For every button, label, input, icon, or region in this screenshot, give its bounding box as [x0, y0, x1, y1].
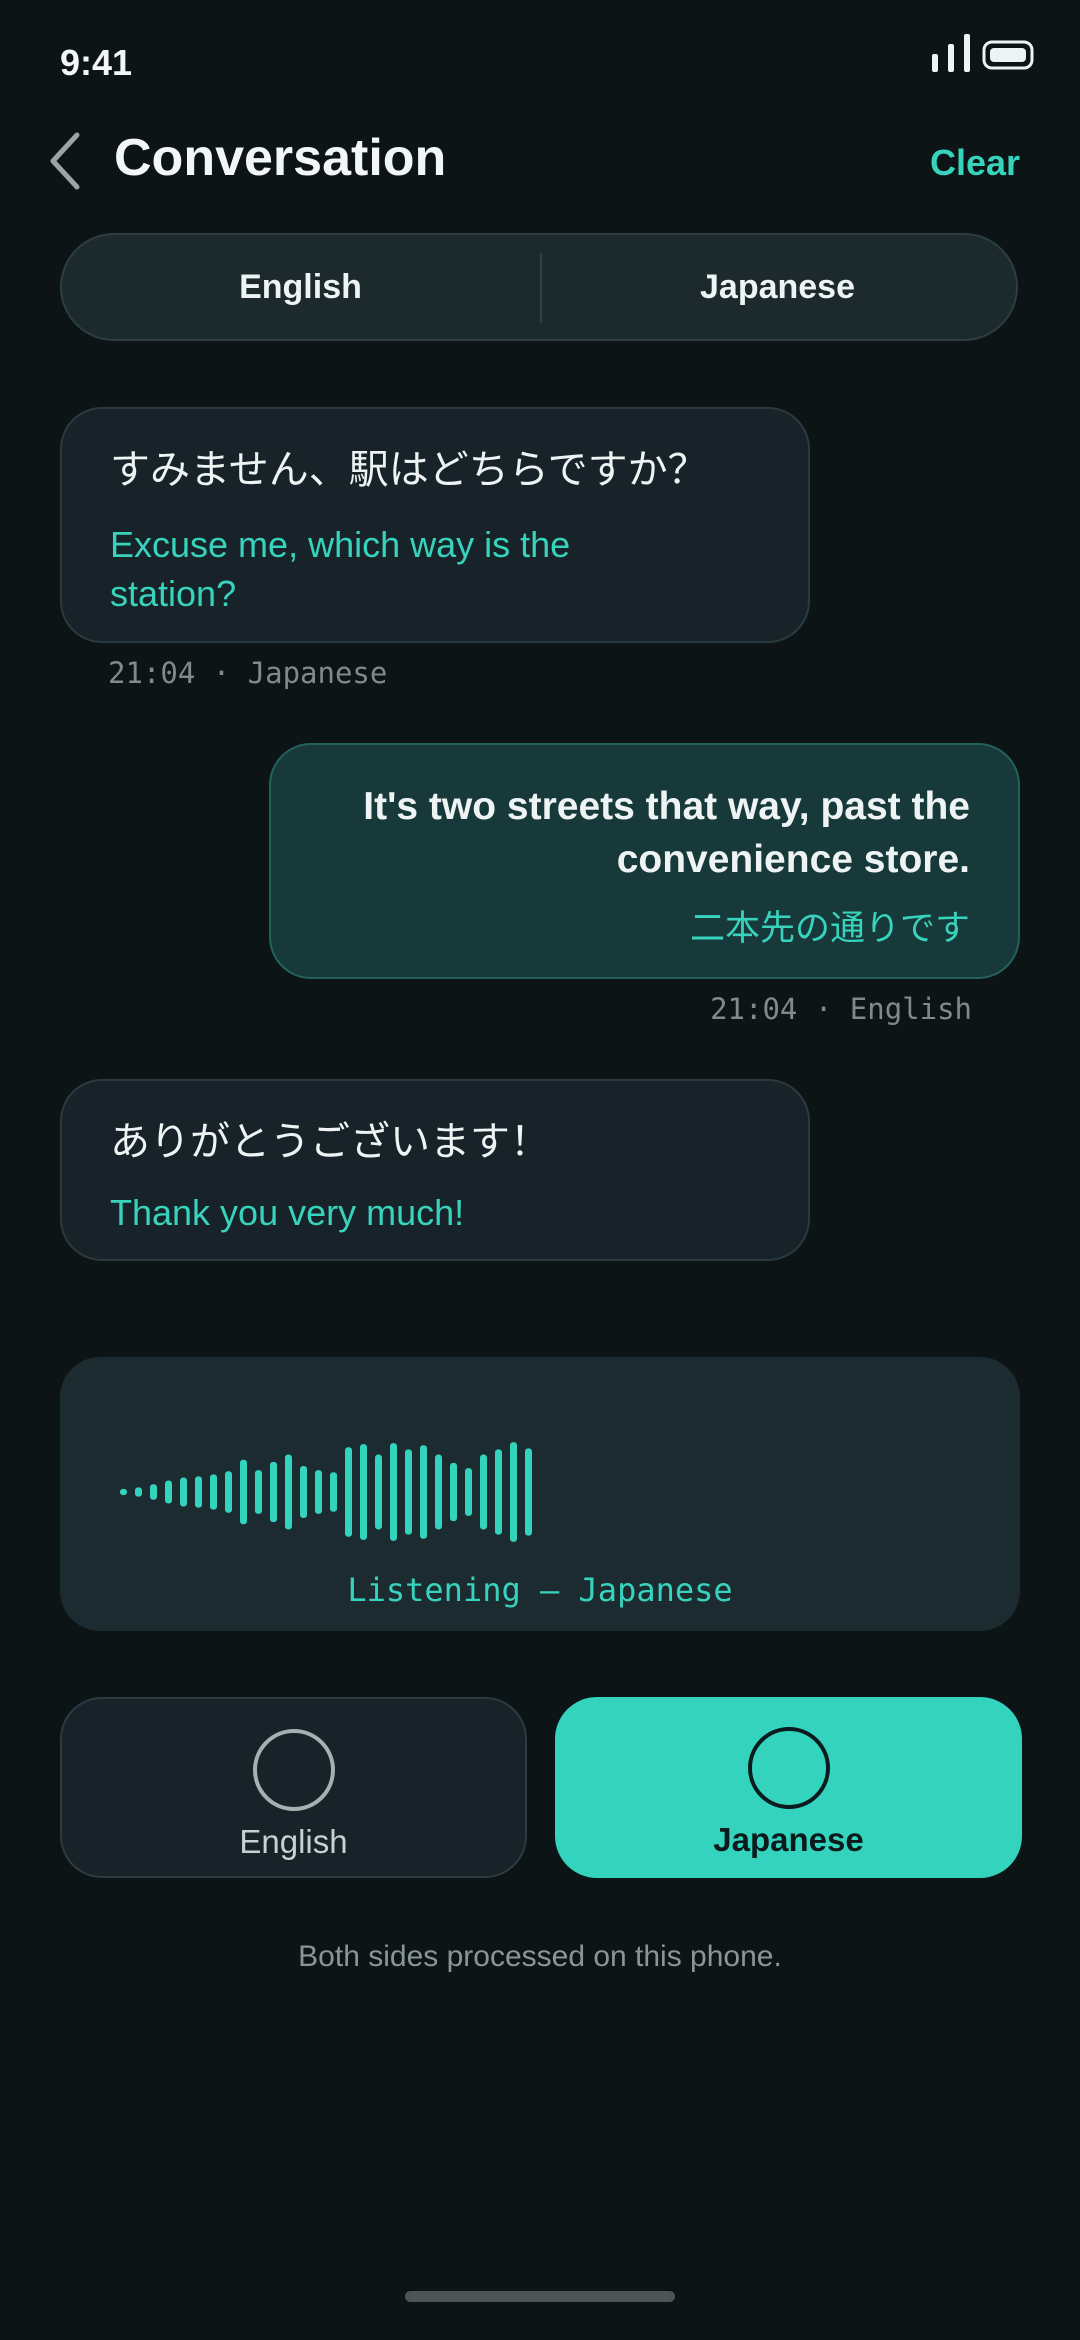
chevron-left-icon	[50, 132, 80, 190]
waveform-bar	[135, 1487, 142, 1497]
message-original-text: すみません、駅はどちらですか？	[110, 448, 708, 492]
waveform-bar	[315, 1470, 322, 1514]
waveform-bar	[360, 1444, 367, 1540]
waveform-visualizer	[120, 1442, 532, 1542]
signal-icon	[932, 34, 970, 72]
message-original-text: ありがとうございます！	[110, 1120, 550, 1164]
status-time: 9:41	[60, 42, 133, 83]
message-translation-text: Thank you very much!	[110, 1192, 465, 1233]
message-bubble-incoming: すみません、駅はどちらですか？ Excuse me, which way is …	[60, 407, 810, 643]
waveform-bar	[465, 1468, 472, 1516]
waveform-bar	[330, 1472, 337, 1512]
record-circle-icon	[747, 1727, 830, 1809]
waveform-bar	[480, 1454, 487, 1530]
waveform-bar	[210, 1474, 217, 1510]
battery-icon	[982, 40, 1034, 70]
waveform-bar	[495, 1449, 502, 1535]
language-toggle: English Japanese	[60, 233, 1018, 341]
language-toggle-english[interactable]: English	[62, 235, 539, 339]
message-translation-text: 二本先の通りです	[689, 909, 970, 948]
waveform-bar	[300, 1466, 307, 1518]
waveform-bar	[525, 1448, 532, 1536]
waveform-bar	[405, 1449, 412, 1535]
waveform-bar	[255, 1470, 262, 1514]
waveform-bar	[420, 1445, 427, 1539]
message-translation-text: Excuse me, which way is the station?	[110, 524, 571, 614]
waveform-bar	[345, 1447, 352, 1537]
waveform-bar	[150, 1484, 157, 1500]
message-meta: 21:04 · English	[710, 992, 972, 1026]
mic-button-label: Japanese	[713, 1821, 864, 1858]
waveform-bar	[510, 1442, 517, 1542]
back-button[interactable]	[40, 126, 90, 196]
mic-button-japanese[interactable]: Japanese	[555, 1697, 1022, 1878]
listening-panel: Listening — Japanese	[60, 1357, 1020, 1631]
waveform-bar	[390, 1443, 397, 1541]
mic-button-label: English	[239, 1823, 348, 1860]
message-bubble-outgoing: It's two streets that way, past the conv…	[269, 743, 1020, 979]
home-indicator[interactable]	[405, 2291, 675, 2302]
waveform-bar	[195, 1476, 202, 1508]
mic-button-english[interactable]: English	[60, 1697, 527, 1878]
waveform-bar	[120, 1488, 127, 1496]
waveform-bar	[375, 1454, 382, 1530]
message-meta: 21:04 · Japanese	[108, 656, 388, 690]
clear-button[interactable]: Clear	[930, 142, 1020, 184]
waveform-bar	[435, 1454, 442, 1530]
message-bubble-incoming: ありがとうございます！ Thank you very much!	[60, 1079, 810, 1261]
message-original-text: It's two streets that way, past the conv…	[363, 785, 970, 881]
listening-status: Listening — Japanese	[347, 1571, 733, 1609]
waveform-bar	[450, 1462, 457, 1522]
waveform-bar	[225, 1471, 232, 1513]
record-circle-icon	[252, 1729, 335, 1811]
waveform-bar	[240, 1459, 247, 1525]
footer-note: Both sides processed on this phone.	[298, 1940, 782, 1973]
waveform-bar	[180, 1477, 187, 1507]
waveform-bar	[165, 1480, 172, 1504]
page-title: Conversation	[114, 129, 447, 187]
language-toggle-japanese[interactable]: Japanese	[539, 235, 1016, 339]
waveform-bar	[270, 1461, 277, 1523]
waveform-bar	[285, 1454, 292, 1530]
